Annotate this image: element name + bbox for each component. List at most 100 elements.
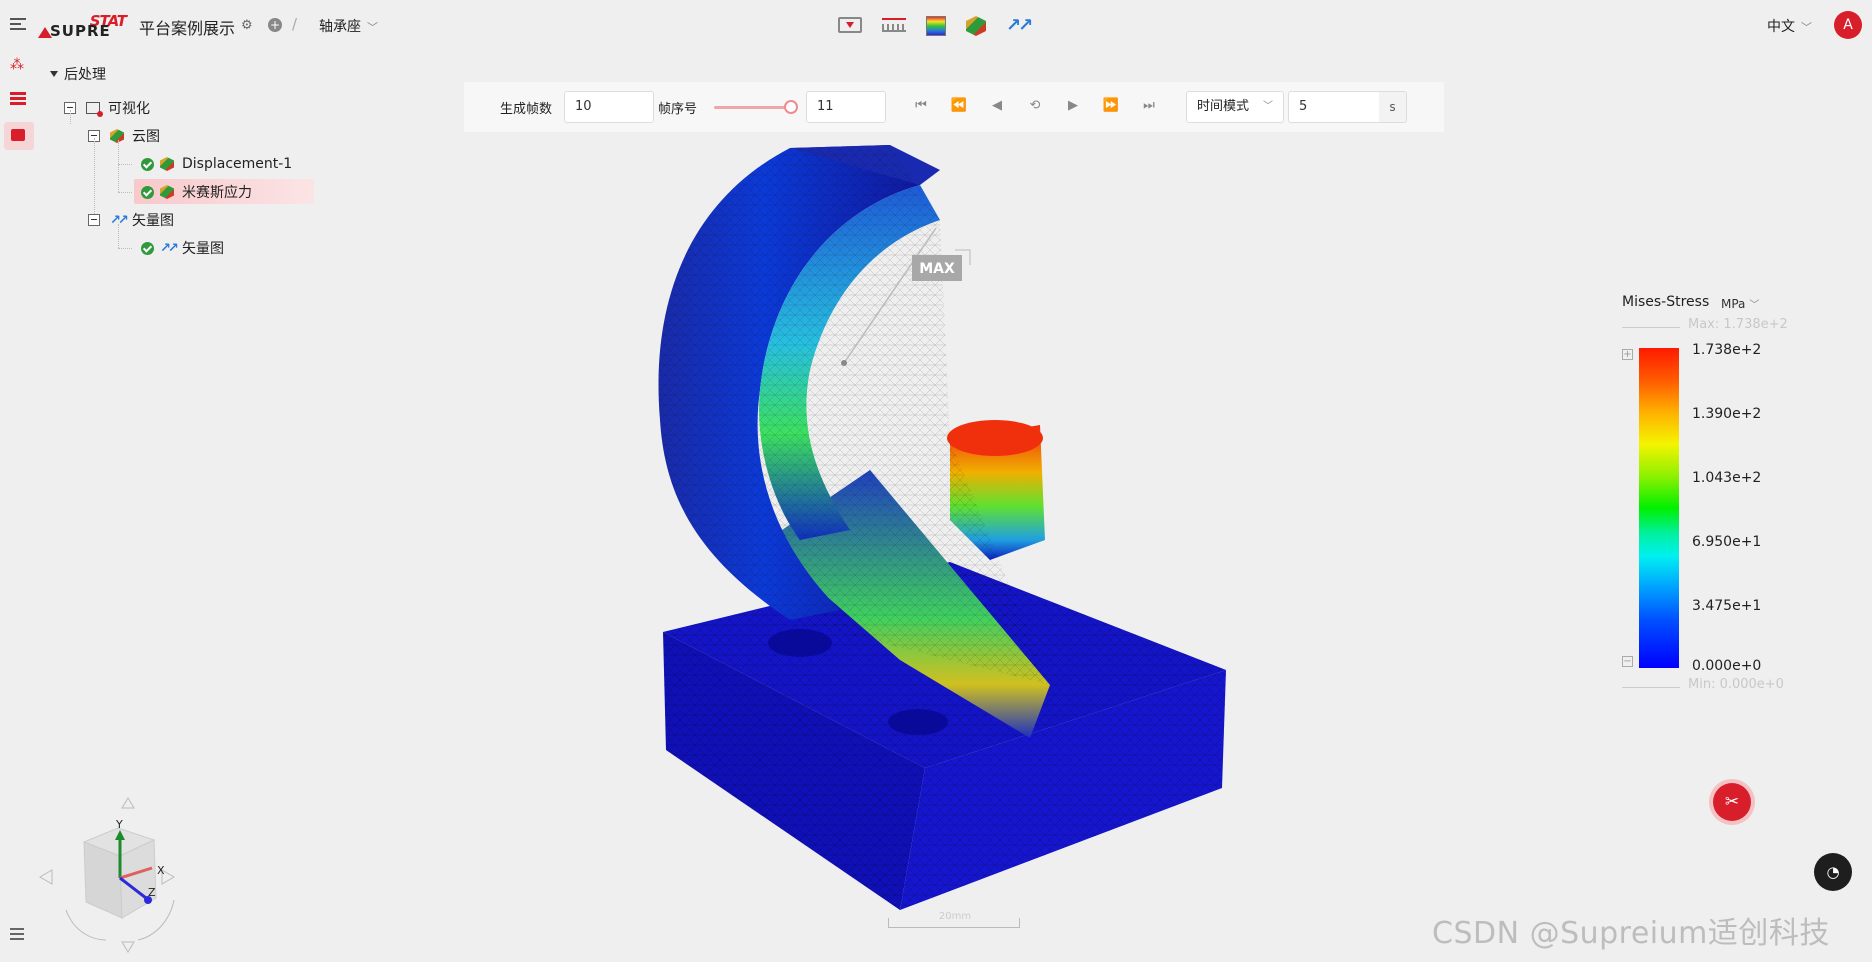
- rotate-up-icon[interactable]: [121, 797, 135, 809]
- frame-index-label: 帧序号: [658, 102, 698, 117]
- collapse-icon[interactable]: [88, 214, 100, 226]
- tree-connector: [118, 248, 132, 249]
- loop-icon[interactable]: ⟲: [1026, 97, 1044, 115]
- left-rail: [0, 52, 34, 962]
- fem-model-viewport[interactable]: MAX: [650, 140, 1270, 920]
- legend-divider: [1622, 687, 1680, 688]
- project-settings-icon[interactable]: ⚙: [241, 18, 257, 33]
- chevron-down-icon: ﹀: [367, 21, 378, 34]
- cube-icon: [160, 185, 174, 199]
- check-icon[interactable]: [141, 185, 154, 199]
- tree-item-contour[interactable]: 云图: [88, 124, 160, 148]
- legend-max: Max: 1.738e+2: [1688, 317, 1788, 332]
- frames-label: 生成帧数: [500, 102, 553, 117]
- tree-connector: [118, 164, 132, 165]
- expand-icon[interactable]: +: [1622, 349, 1633, 360]
- tree-item-vector[interactable]: ↗↗ 矢量图: [141, 236, 224, 260]
- legend-title: Mises-Stress: [1622, 294, 1710, 310]
- caret-down-icon[interactable]: [50, 71, 58, 77]
- bolt-hole: [768, 629, 832, 657]
- cube-icon[interactable]: [966, 16, 986, 36]
- tree-item-visualization[interactable]: 可视化: [64, 96, 150, 120]
- scale-bar: 20mm: [888, 911, 1020, 928]
- orbit-right-icon[interactable]: [137, 899, 175, 941]
- chevron-down-icon: ﹀: [1749, 300, 1760, 311]
- tree-connector: [118, 192, 132, 193]
- time-unit: s: [1379, 91, 1407, 123]
- tools-icon: ✂: [1724, 792, 1740, 812]
- frame-slider[interactable]: [714, 106, 794, 109]
- rotate-left-icon[interactable]: [39, 869, 53, 885]
- max-point: [841, 360, 847, 366]
- colorbar: [1639, 348, 1679, 668]
- sliders-icon[interactable]: [10, 928, 24, 940]
- max-marker-label: MAX: [919, 261, 955, 277]
- chevron-down-icon: ﹀: [1263, 101, 1273, 112]
- chat-icon: ◔: [1826, 863, 1840, 881]
- time-mode-select[interactable]: 时间模式 ﹀: [1186, 91, 1284, 123]
- frame-slider-handle[interactable]: [784, 100, 798, 114]
- play-icon[interactable]: ▶: [1064, 97, 1082, 115]
- animation-toolbar: 生成帧数 10 帧序号 11 ⏮ ⏪ ◀ ⟲ ▶ ⏩ ⏭ 时间模式 ﹀ 5 s: [464, 82, 1444, 132]
- time-input[interactable]: 5: [1288, 91, 1380, 123]
- orbit-left-icon[interactable]: [65, 909, 107, 941]
- contour-icon[interactable]: [926, 16, 946, 36]
- tree-item-vector-group[interactable]: ↗↗ 矢量图: [88, 208, 174, 232]
- legend-tick: 3.475e+1: [1692, 598, 1762, 614]
- cube-icon: [160, 157, 174, 171]
- chevron-down-icon: ﹀: [1801, 21, 1812, 34]
- layers-icon[interactable]: [10, 92, 26, 106]
- model-tree-icon[interactable]: [10, 57, 26, 74]
- vector-icon: ↗↗: [160, 240, 179, 256]
- cube-icon: [110, 129, 124, 143]
- check-icon[interactable]: [141, 157, 154, 171]
- color-legend: Mises-Stress MPa ﹀ Max: 1.738e+2 + 1.738e…: [1622, 290, 1822, 700]
- postprocess-icon[interactable]: [4, 122, 34, 150]
- toolbar: ↗↗: [838, 14, 1033, 38]
- legend-tick: 1.390e+2: [1692, 406, 1762, 422]
- language-select[interactable]: 中文 ﹀: [1767, 16, 1812, 36]
- collapse-icon[interactable]: −: [1622, 656, 1633, 667]
- tree-connector: [70, 110, 71, 124]
- tools-button[interactable]: ✂: [1713, 783, 1751, 821]
- view-cube[interactable]: Y X Z: [30, 790, 180, 960]
- watermark: CSDN @Supreium适创科技: [1432, 916, 1830, 951]
- mesh-overlay: [658, 145, 1050, 685]
- legend-tick: 6.950e+1: [1692, 534, 1762, 550]
- avatar[interactable]: A: [1834, 11, 1862, 39]
- y-axis-label: Y: [115, 818, 123, 831]
- rewind-icon[interactable]: ⏪: [950, 97, 968, 115]
- project-title[interactable]: 平台案例展示: [139, 15, 235, 39]
- first-frame-icon[interactable]: ⏮: [912, 97, 930, 115]
- tree-item-mises-stress[interactable]: 米赛斯应力: [141, 180, 252, 204]
- fast-forward-icon[interactable]: ⏩: [1102, 97, 1120, 115]
- z-axis-label: Z: [148, 886, 156, 899]
- last-frame-icon[interactable]: ⏭: [1140, 97, 1158, 115]
- tree-item-postprocess[interactable]: 后处理: [50, 62, 106, 86]
- frames-input[interactable]: 10: [564, 91, 654, 123]
- probe-icon[interactable]: [838, 17, 862, 33]
- legend-unit-select[interactable]: MPa ﹀: [1721, 296, 1759, 311]
- chat-button[interactable]: ◔: [1814, 853, 1852, 891]
- check-icon[interactable]: [141, 241, 154, 255]
- tree-connector: [118, 140, 119, 192]
- step-back-icon[interactable]: ◀: [988, 97, 1006, 115]
- vector-icon[interactable]: ↗↗: [1006, 14, 1033, 38]
- breadcrumb-separator: /: [292, 15, 298, 33]
- tree-connector: [118, 224, 119, 248]
- tree-item-displacement[interactable]: Displacement-1: [141, 152, 292, 176]
- x-axis-label: X: [157, 864, 165, 877]
- legend-min: Min: 0.000e+0: [1688, 677, 1784, 692]
- chart-icon: [86, 102, 103, 117]
- logo: STAT SUPRE: [38, 12, 127, 42]
- add-circle-icon[interactable]: +: [268, 18, 282, 32]
- top-bar: STAT SUPRE 平台案例展示 ⚙ + / 轴承座 ﹀ ↗↗ 中文 ﹀ A: [0, 0, 1872, 52]
- legend-divider: [1622, 327, 1680, 328]
- ruler-icon[interactable]: [882, 14, 906, 32]
- frame-index-input[interactable]: 11: [806, 91, 886, 123]
- menu-toggle-icon[interactable]: [10, 18, 26, 32]
- bolt-hole: [888, 709, 948, 735]
- case-select[interactable]: 轴承座 ﹀: [319, 16, 378, 36]
- legend-tick: 1.043e+2: [1692, 470, 1762, 486]
- rotate-down-icon[interactable]: [121, 941, 135, 953]
